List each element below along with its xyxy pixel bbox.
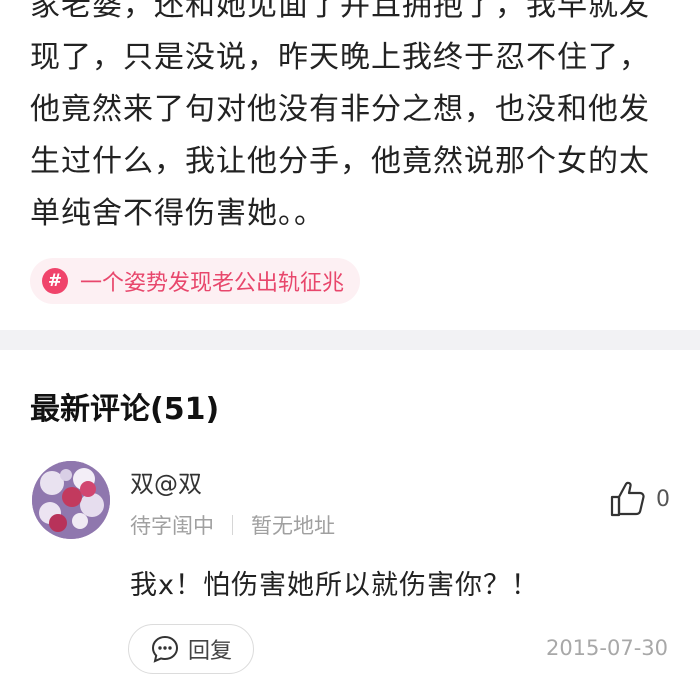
post-line: 现了，只是没说，昨天晚上我终于忍不住了， bbox=[30, 40, 650, 75]
comment-meta: 待字闺中 暂无地址 bbox=[130, 510, 335, 540]
comment-text: 我x！怕伤害她所以就伤害你？！ bbox=[130, 570, 539, 601]
flower-avatar-image bbox=[32, 461, 110, 539]
like-button[interactable]: 0 bbox=[610, 480, 670, 518]
hash-icon: # bbox=[42, 268, 68, 294]
chat-bubble-icon bbox=[151, 635, 178, 663]
topic-tag[interactable]: # 一个姿势发现老公出轨征兆 bbox=[30, 258, 361, 304]
thumbs-up-icon bbox=[610, 481, 645, 517]
comments-title: 最新评论(51) bbox=[30, 392, 220, 427]
user-status: 待字闺中 bbox=[130, 514, 214, 538]
post-line: 他竟然来了句对他没有非分之想，也没和他发 bbox=[30, 92, 650, 127]
avatar[interactable] bbox=[32, 461, 110, 539]
comment-date: 2015-07-30 bbox=[545, 636, 668, 660]
post-body: 家老婆，还和她见面了并且拥抱了，我早就发 现了，只是没说，昨天晚上我终于忍不住了… bbox=[30, 0, 680, 240]
like-count: 0 bbox=[656, 486, 670, 512]
meta-separator bbox=[232, 515, 233, 535]
reply-label: 回复 bbox=[187, 639, 232, 664]
reply-button[interactable]: 回复 bbox=[128, 624, 254, 674]
post-line: 生过什么，我让他分手，他竟然说那个女的太 bbox=[30, 144, 650, 179]
post-line: 家老婆，还和她见面了并且拥抱了，我早就发 bbox=[30, 0, 650, 23]
topic-tag-label: 一个姿势发现老公出轨征兆 bbox=[80, 271, 345, 296]
comment-username[interactable]: 双@双 bbox=[130, 464, 202, 499]
user-location: 暂无地址 bbox=[251, 514, 335, 538]
post-line: 单纯舍不得伤害她。。 bbox=[30, 196, 325, 231]
section-divider bbox=[0, 330, 700, 350]
